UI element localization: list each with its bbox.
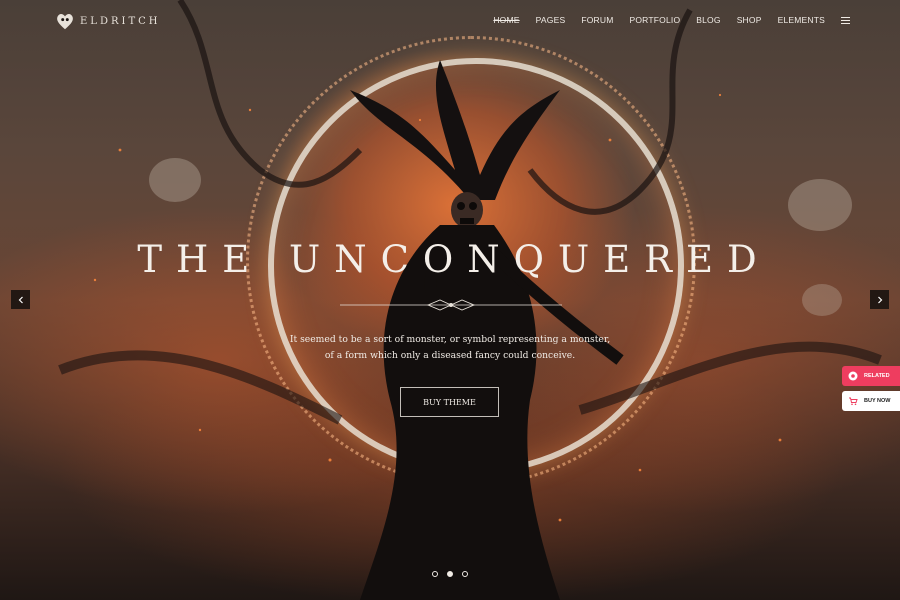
nav-blog[interactable]: BLOG — [696, 15, 720, 25]
main-nav: HOME PAGES FORUM PORTFOLIO BLOG SHOP ELE… — [493, 15, 850, 25]
site-logo[interactable]: ELDRITCH — [54, 10, 160, 32]
nav-home[interactable]: HOME — [493, 15, 519, 25]
hero-subtitle-line-2: of a form which only a diseased fancy co… — [324, 350, 576, 361]
nav-forum[interactable]: FORUM — [581, 15, 613, 25]
cart-icon — [849, 397, 858, 406]
site-header: ELDRITCH HOME PAGES FORUM PORTFOLIO BLOG… — [0, 0, 900, 44]
hero-subtitle-line-1: It seemed to be a sort of monster, or sy… — [289, 334, 611, 345]
hero-slider: ELDRITCH HOME PAGES FORUM PORTFOLIO BLOG… — [0, 0, 900, 600]
related-circle-icon — [848, 371, 858, 381]
next-slide-button[interactable] — [870, 290, 889, 309]
buy-now-button[interactable]: BUY NOW — [842, 391, 900, 411]
slide-pagination — [432, 571, 468, 577]
slide-dot-2[interactable] — [447, 571, 453, 577]
skull-heart-logo-icon — [57, 13, 73, 30]
nav-pages[interactable]: PAGES — [536, 15, 566, 25]
nav-elements[interactable]: ELEMENTS — [778, 15, 825, 25]
slide-dot-3[interactable] — [462, 571, 468, 577]
logo-text: ELDRITCH — [80, 15, 161, 27]
related-button[interactable]: RELATED — [842, 366, 900, 386]
chevron-left-icon — [18, 296, 23, 303]
hamburger-menu-icon[interactable] — [841, 16, 850, 24]
buy-theme-button[interactable]: BUY THEME — [400, 387, 499, 417]
slide-dot-1[interactable] — [432, 571, 438, 577]
hero-title: THE UNCONQUERED — [137, 238, 771, 281]
buy-now-label: BUY NOW — [864, 398, 891, 404]
nav-portfolio[interactable]: PORTFOLIO — [630, 15, 681, 25]
prev-slide-button[interactable] — [11, 290, 30, 309]
chevron-right-icon — [877, 296, 882, 303]
nav-shop[interactable]: SHOP — [737, 15, 762, 25]
ornamental-divider-icon — [340, 299, 562, 311]
related-label: RELATED — [864, 373, 890, 379]
